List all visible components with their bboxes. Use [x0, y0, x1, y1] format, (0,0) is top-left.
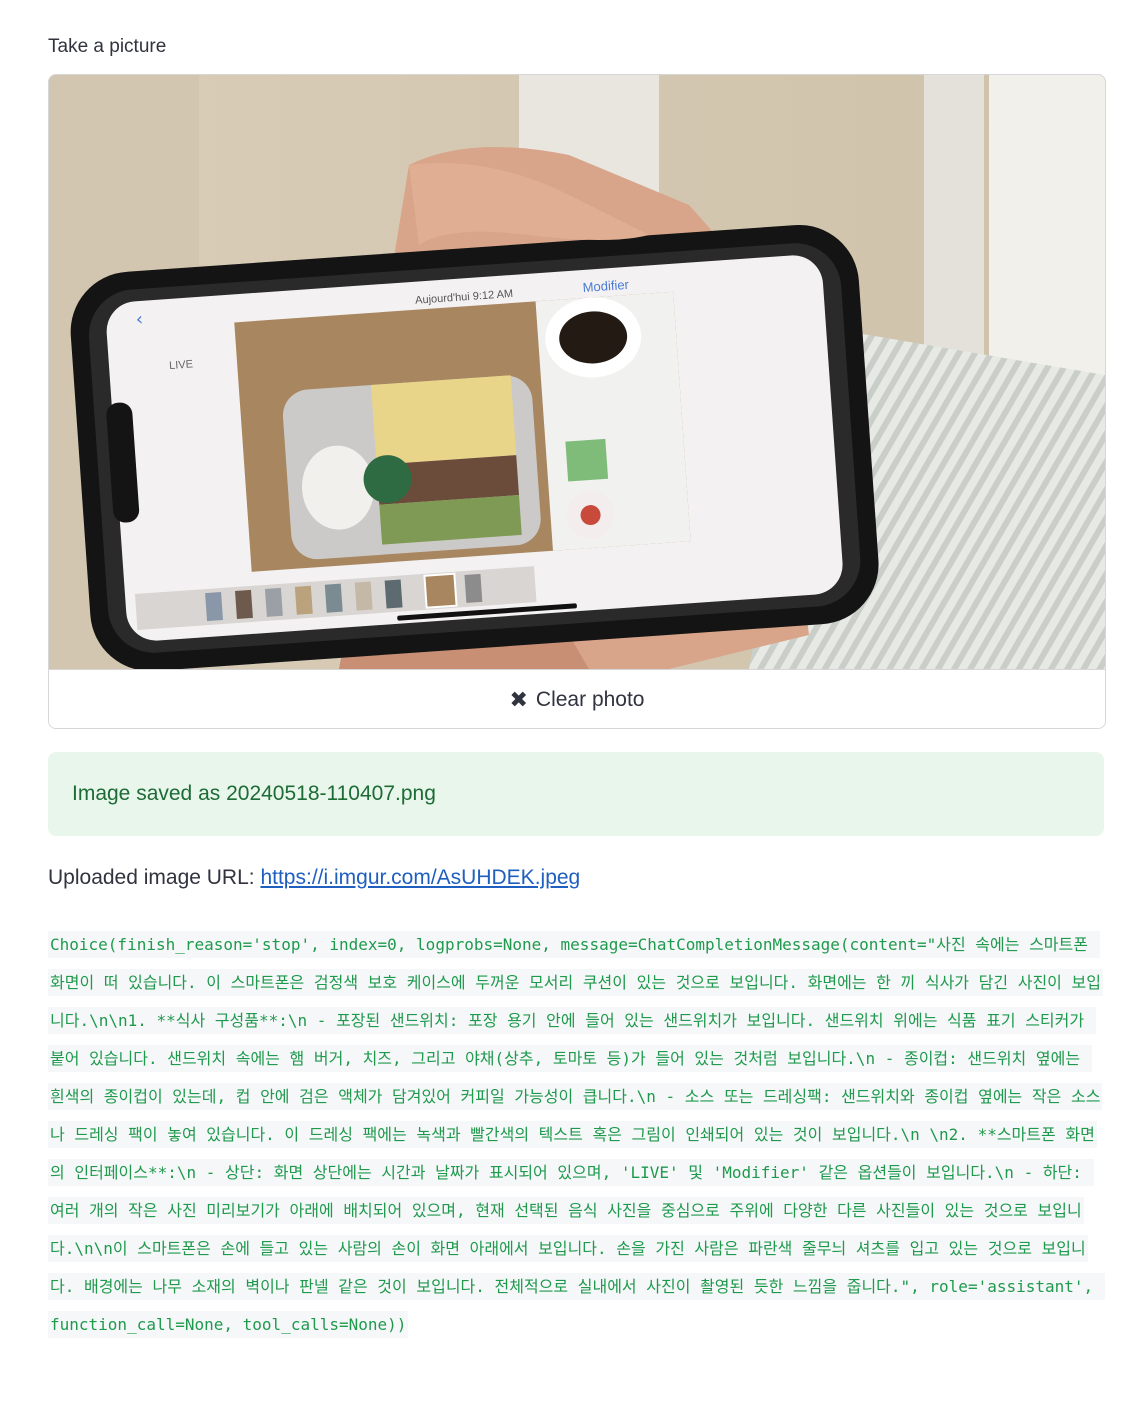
camera-input: Aujourd'hui 9:12 AM Modifier LIVE ‹ ✖ Cl…: [48, 74, 1106, 729]
clear-photo-label: Clear photo: [535, 687, 645, 711]
captured-photo: Aujourd'hui 9:12 AM Modifier LIVE ‹: [49, 75, 1105, 669]
close-icon: ✖: [509, 686, 528, 712]
camera-input-label: Take a picture: [48, 36, 167, 57]
success-alert: Image saved as 20240518-110407.png: [48, 752, 1104, 836]
phone-live-text: LIVE: [169, 358, 194, 372]
uploaded-url-line: Uploaded image URL: https://i.imgur.com/…: [48, 866, 580, 890]
uploaded-url-prefix: Uploaded image URL:: [48, 866, 261, 889]
success-message: Image saved as 20240518-110407.png: [72, 782, 436, 805]
api-response-text: Choice(finish_reason='stop', index=0, lo…: [48, 931, 1105, 1338]
svg-text:‹: ‹: [135, 309, 144, 330]
uploaded-url-link[interactable]: https://i.imgur.com/AsUHDEK.jpeg: [260, 866, 580, 889]
clear-photo-button[interactable]: ✖ Clear photo: [49, 669, 1105, 728]
api-response-output: Choice(finish_reason='stop', index=0, lo…: [48, 926, 1105, 1344]
